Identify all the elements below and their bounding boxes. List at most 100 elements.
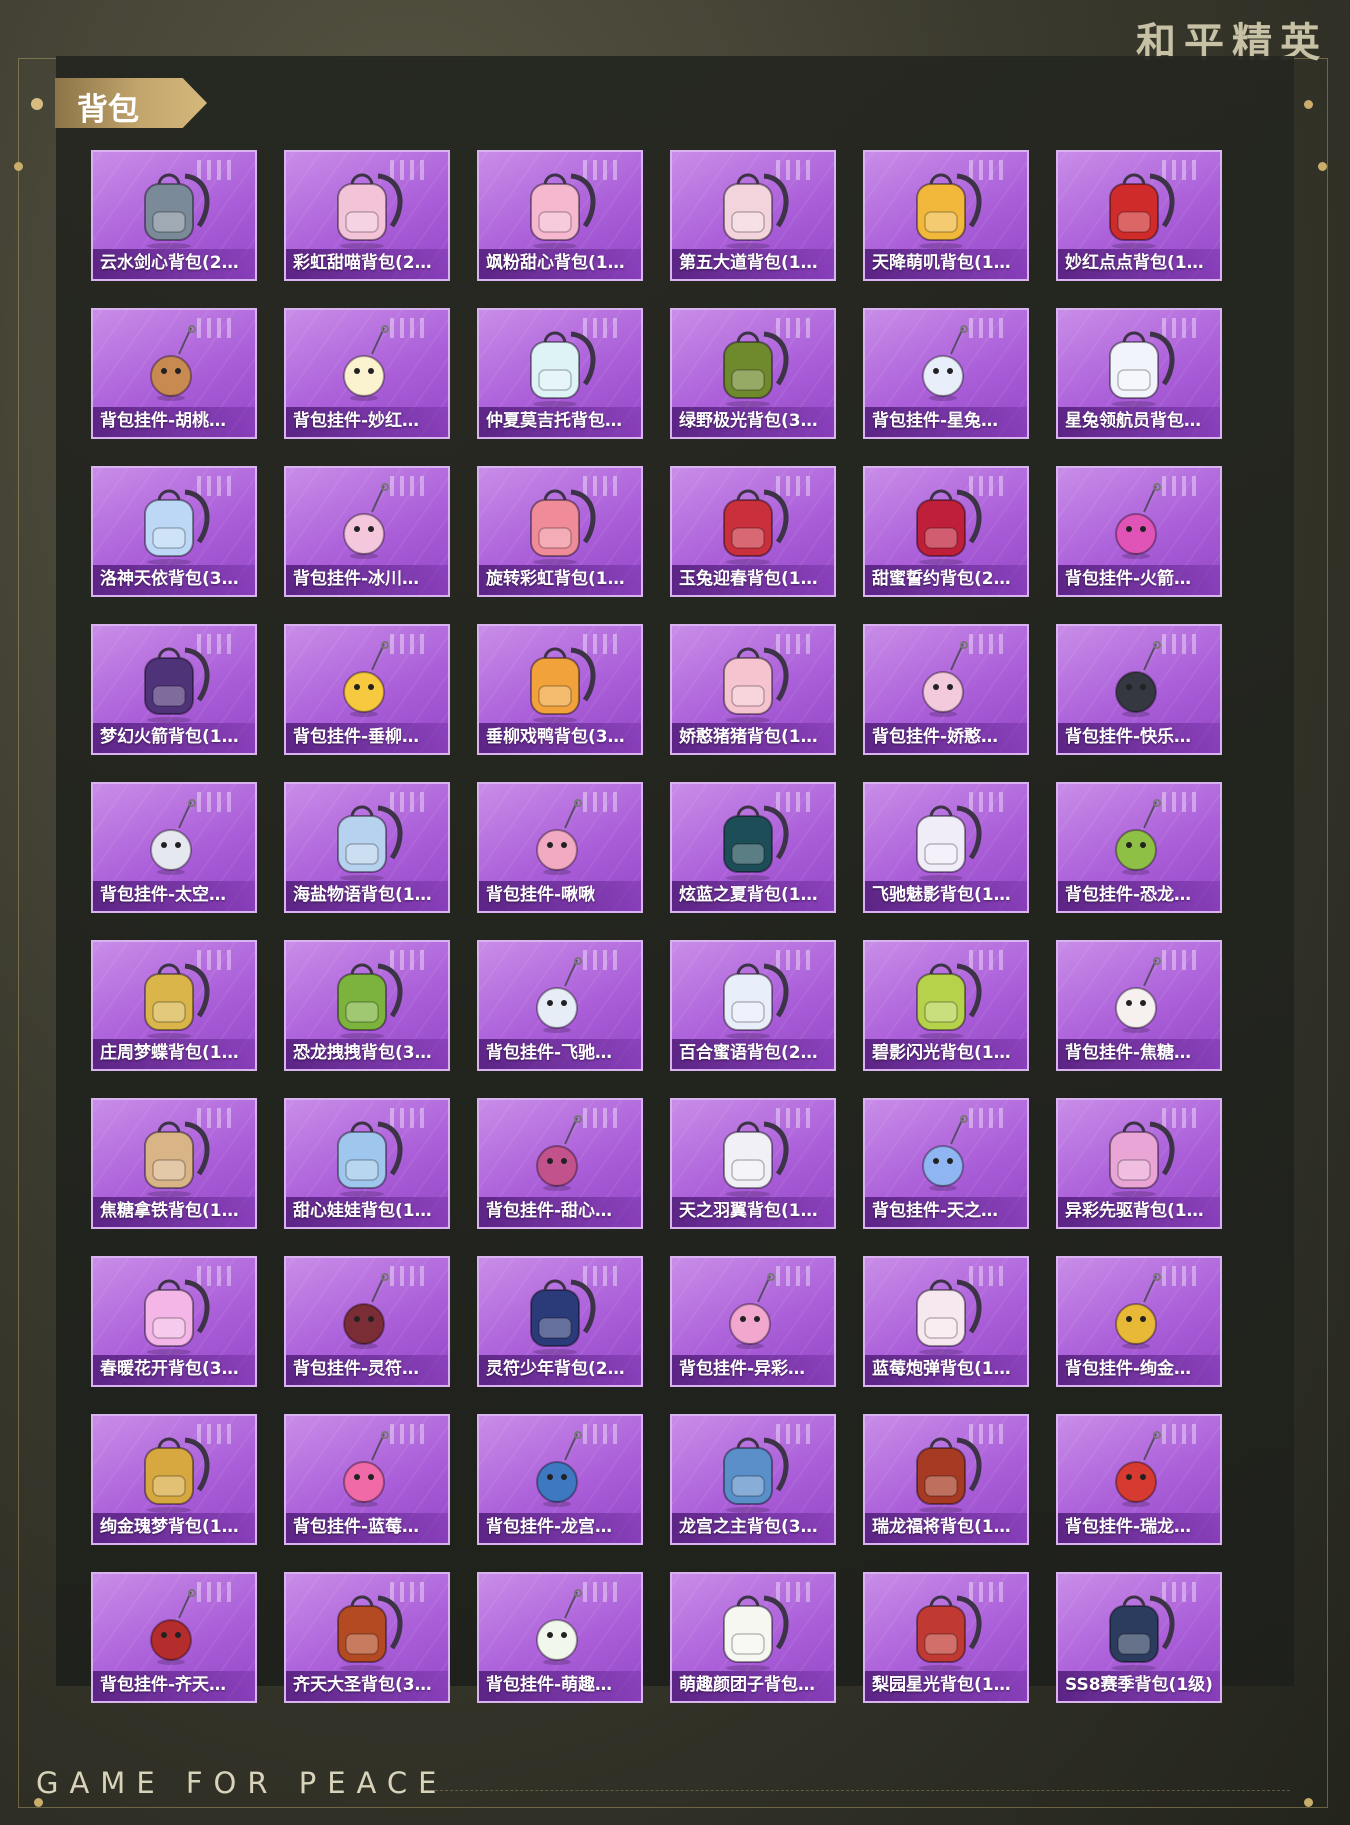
cat-backpack-icon — [337, 173, 403, 249]
section-title: 背包 — [77, 92, 139, 128]
red-backpack-icon — [1109, 173, 1175, 249]
inventory-item[interactable]: 背包挂件-齐天… — [91, 1572, 257, 1703]
inventory-item[interactable]: 绚金瑰梦背包(1… — [91, 1414, 257, 1545]
bird-charm-icon — [536, 799, 582, 875]
wing-charm-icon — [536, 957, 582, 1033]
inventory-item[interactable]: 恐龙拽拽背包(3… — [284, 940, 450, 1071]
item-label: 背包挂件-胡桃… — [100, 411, 227, 431]
inventory-item[interactable]: 背包挂件-妙红… — [284, 308, 450, 439]
dark-rocket-backpack-icon — [144, 647, 210, 723]
dragon-backpack-icon — [723, 1437, 789, 1513]
inventory-item[interactable]: 第五大道背包(1… — [670, 150, 836, 281]
inventory-item[interactable]: 飒粉甜心背包(1… — [477, 150, 643, 281]
inventory-item[interactable]: 背包挂件-火箭… — [1056, 466, 1222, 597]
inventory-item[interactable]: 梨园星光背包(1… — [863, 1572, 1029, 1703]
inventory-item[interactable]: 背包挂件-异彩… — [670, 1256, 836, 1387]
inventory-item[interactable]: 异彩先驱背包(1… — [1056, 1098, 1222, 1229]
ice-cream-charm-icon — [343, 1431, 389, 1507]
item-label: 瑞龙福将背包(1… — [872, 1517, 1011, 1537]
white-backpack-icon — [916, 805, 982, 881]
inventory-item[interactable]: 娇憨猪猪背包(1… — [670, 624, 836, 755]
item-label: 龙宫之主背包(3… — [679, 1517, 818, 1537]
bunny-backpack-icon — [1109, 331, 1175, 407]
inventory-item[interactable]: 庄周梦蝶背包(1… — [91, 940, 257, 1071]
item-label: 垂柳戏鸭背包(3… — [486, 727, 625, 747]
inventory-item[interactable]: 背包挂件-星兔… — [863, 308, 1029, 439]
footer-divider — [420, 1790, 1290, 1791]
item-label: 灵符少年背包(2… — [486, 1359, 625, 1379]
section-dot-icon — [31, 98, 43, 110]
inventory-item[interactable]: 背包挂件-焦糖… — [1056, 940, 1222, 1071]
inventory-item[interactable]: 背包挂件-龙宫… — [477, 1414, 643, 1545]
inventory-item[interactable]: 背包挂件-恐龙… — [1056, 782, 1222, 913]
lily-backpack-icon — [723, 963, 789, 1039]
inventory-item[interactable]: SS8赛季背包(1级) — [1056, 1572, 1222, 1703]
inventory-item[interactable]: 洛神天依背包(3… — [91, 466, 257, 597]
inventory-item[interactable]: 背包挂件-绚金… — [1056, 1256, 1222, 1387]
inventory-item[interactable]: 背包挂件-胡桃… — [91, 308, 257, 439]
item-label: 背包挂件-天之… — [872, 1201, 999, 1221]
item-label: 甜蜜誓约背包(2… — [872, 569, 1011, 589]
inventory-item[interactable]: 背包挂件-快乐… — [1056, 624, 1222, 755]
inventory-item[interactable]: 海盐物语背包(1… — [284, 782, 450, 913]
rainbow-backpack-icon — [530, 489, 596, 565]
inventory-item[interactable]: 甜心娃娃背包(1… — [284, 1098, 450, 1229]
item-label: 背包挂件-冰川… — [293, 569, 420, 589]
inventory-item[interactable]: 背包挂件-天之… — [863, 1098, 1029, 1229]
item-label: 梦幻火箭背包(1… — [100, 727, 239, 747]
inventory-item[interactable]: 背包挂件-甜心… — [477, 1098, 643, 1229]
item-label: 背包挂件-萌趣… — [486, 1675, 613, 1695]
inventory-item[interactable]: 萌趣颜团子背包… — [670, 1572, 836, 1703]
inventory-item[interactable]: 天降萌叽背包(1… — [863, 150, 1029, 281]
inventory-item[interactable]: 背包挂件-瑞龙… — [1056, 1414, 1222, 1545]
nutcracker-charm-icon — [150, 325, 196, 401]
inventory-item[interactable]: 背包挂件-啾啾 — [477, 782, 643, 913]
inventory-item[interactable]: 背包挂件-蓝莓… — [284, 1414, 450, 1545]
inventory-item[interactable]: 背包挂件-灵符… — [284, 1256, 450, 1387]
inventory-item[interactable]: 龙宫之主背包(3… — [670, 1414, 836, 1545]
inventory-item[interactable]: 齐天大圣背包(3… — [284, 1572, 450, 1703]
inventory-item[interactable]: 碧影闪光背包(1… — [863, 940, 1029, 1071]
inventory-item[interactable]: 炫蓝之夏背包(1… — [670, 782, 836, 913]
inventory-item[interactable]: 彩虹甜喵背包(2… — [284, 150, 450, 281]
rocket-charm-icon — [922, 325, 968, 401]
wing-backpack-icon — [723, 1121, 789, 1197]
item-label: 焦糖拿铁背包(1… — [100, 1201, 239, 1221]
inventory-item[interactable]: 瑞龙福将背包(1… — [863, 1414, 1029, 1545]
inventory-item[interactable]: 飞驰魅影背包(1… — [863, 782, 1029, 913]
item-label: 背包挂件-龙宫… — [486, 1517, 613, 1537]
inventory-item[interactable]: 梦幻火箭背包(1… — [91, 624, 257, 755]
inventory-item[interactable]: 垂柳戏鸭背包(3… — [477, 624, 643, 755]
inventory-item[interactable]: 绿野极光背包(3… — [670, 308, 836, 439]
inventory-item[interactable]: 天之羽翼背包(1… — [670, 1098, 836, 1229]
inventory-item[interactable]: 云水剑心背包(2… — [91, 150, 257, 281]
inventory-item[interactable]: 甜蜜誓约背包(2… — [863, 466, 1029, 597]
inventory-item[interactable]: 背包挂件-冰川… — [284, 466, 450, 597]
dumpling-charm-icon — [536, 1589, 582, 1665]
inventory-item[interactable]: 玉兔迎春背包(1… — [670, 466, 836, 597]
star-wand-charm-icon — [922, 1115, 968, 1191]
inventory-item[interactable]: 背包挂件-萌趣… — [477, 1572, 643, 1703]
item-label: 背包挂件-瑞龙… — [1065, 1517, 1192, 1537]
pig-backpack-icon — [723, 647, 789, 723]
inventory-item[interactable]: 背包挂件-娇憨… — [863, 624, 1029, 755]
inventory-item[interactable]: 星兔领航员背包… — [1056, 308, 1222, 439]
item-label: 异彩先驱背包(1… — [1065, 1201, 1204, 1221]
inventory-item[interactable]: 焦糖拿铁背包(1… — [91, 1098, 257, 1229]
inventory-item[interactable]: 背包挂件-太空… — [91, 782, 257, 913]
inventory-item[interactable]: 妙红点点背包(1… — [1056, 150, 1222, 281]
inventory-item[interactable]: 背包挂件-飞驰… — [477, 940, 643, 1071]
inventory-item[interactable]: 蓝莓炮弹背包(1… — [863, 1256, 1029, 1387]
inventory-item[interactable]: 春暖花开背包(3… — [91, 1256, 257, 1387]
item-label: 背包挂件-快乐… — [1065, 727, 1192, 747]
mochi-backpack-icon — [723, 1595, 789, 1671]
pig-charm-icon — [922, 641, 968, 717]
inventory-item[interactable]: 背包挂件-垂柳… — [284, 624, 450, 755]
frame-corner-dot — [1304, 1798, 1313, 1807]
inventory-item[interactable]: 灵符少年背包(2… — [477, 1256, 643, 1387]
inventory-item[interactable]: 百合蜜语背包(2… — [670, 940, 836, 1071]
inventory-item[interactable]: 旋转彩虹背包(1… — [477, 466, 643, 597]
frame-corner-dot — [1318, 162, 1327, 171]
inventory-item[interactable]: 仲夏莫吉托背包… — [477, 308, 643, 439]
green-backpack-icon — [723, 331, 789, 407]
